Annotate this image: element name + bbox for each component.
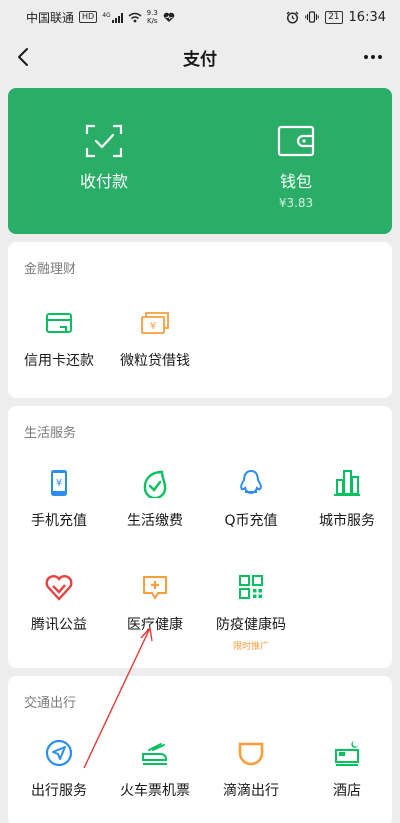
- svg-text:¥: ¥: [150, 321, 156, 332]
- hotel-icon: [335, 741, 359, 766]
- grid-item-qq-coin[interactable]: Q币充值: [203, 468, 299, 530]
- pay-card: 收付款 钱包 ¥3.83: [8, 88, 392, 234]
- network-speed: 9.3 K/s: [147, 9, 158, 25]
- grid-label: 城市服务: [319, 513, 375, 529]
- grid-item-health-code[interactable]: 防疫健康码 限时推广: [203, 572, 299, 652]
- didi-icon: [238, 742, 264, 766]
- status-bar: 中国联通 HD 4G 9.3 K/s 21 16:34: [0, 0, 400, 34]
- heart-monitor-icon: [163, 12, 175, 22]
- life-services-section: 生活服务 ¥ 手机充值 生活缴费 Q币充值 城市服务 腾讯公益 医疗健康 防疫健…: [8, 406, 392, 668]
- grid-item-train[interactable]: 火车票机票: [107, 738, 203, 800]
- back-icon[interactable]: [12, 45, 36, 69]
- network-type: 4G: [102, 11, 111, 19]
- utility-icon: [143, 470, 167, 498]
- credit-card-icon: [46, 313, 72, 333]
- grid-label: 信用卡还款: [24, 353, 94, 369]
- scan-check-icon: [85, 124, 123, 158]
- grid-label: 滴滴出行: [223, 783, 279, 799]
- medical-icon: [143, 576, 167, 599]
- qq-coin-icon: [240, 469, 262, 495]
- vibrate-icon: [305, 11, 319, 23]
- grid-label: 手机充值: [31, 513, 87, 529]
- signal-icon: 4G: [102, 11, 123, 23]
- qr-code-icon: [239, 575, 263, 599]
- wallet-label: 钱包: [279, 172, 312, 191]
- svg-text:¥: ¥: [56, 478, 62, 489]
- collect-pay-label: 收付款: [79, 172, 128, 191]
- grid-item-charity[interactable]: 腾讯公益: [11, 572, 107, 634]
- section-title: 交通出行: [24, 696, 77, 711]
- grid-label: 酒店: [333, 783, 361, 799]
- grid-item-city[interactable]: 城市服务: [299, 468, 395, 530]
- grid-item-loan[interactable]: ¥ 微粒贷借钱: [107, 308, 203, 370]
- grid-label: 生活缴费: [127, 513, 183, 529]
- grid-item-phone-recharge[interactable]: ¥ 手机充值: [11, 468, 107, 530]
- nav-bar: 支付: [0, 34, 400, 80]
- wallet-balance: ¥3.83: [278, 196, 314, 210]
- loan-icon: ¥: [141, 312, 169, 334]
- wallet-button[interactable]: 钱包 ¥3.83: [200, 88, 392, 234]
- more-icon[interactable]: [362, 46, 384, 68]
- status-left: 中国联通 HD 4G 9.3 K/s: [26, 9, 175, 26]
- wifi-icon: [128, 12, 142, 22]
- grid-item-didi[interactable]: 滴滴出行: [203, 738, 299, 800]
- grid-label: 出行服务: [31, 783, 87, 799]
- charity-icon: [45, 575, 73, 601]
- grid-item-hotel[interactable]: 酒店: [299, 738, 395, 800]
- grid-label: 火车票机票: [120, 783, 190, 799]
- wallet-icon: [277, 125, 315, 157]
- grid-label: 防疫健康码: [216, 617, 286, 633]
- grid-item-credit-card[interactable]: 信用卡还款: [11, 308, 107, 370]
- transport-section: 交通出行 出行服务 火车票机票 滴滴出行 酒店: [8, 676, 392, 823]
- section-title: 金融理财: [24, 262, 77, 277]
- train-icon: [142, 743, 167, 765]
- battery-icon: 21: [325, 10, 343, 24]
- grid-label: Q币充值: [224, 513, 278, 529]
- promo-badge: 限时推广: [232, 642, 269, 652]
- grid-label: 腾讯公益: [31, 617, 87, 633]
- grid-item-utility[interactable]: 生活缴费: [107, 468, 203, 530]
- section-title: 生活服务: [24, 426, 77, 441]
- phone-recharge-icon: ¥: [51, 470, 67, 496]
- grid-label: 医疗健康: [127, 617, 183, 633]
- carrier-name: 中国联通: [26, 10, 75, 25]
- collect-pay-button[interactable]: 收付款: [8, 88, 200, 234]
- speed-value: 9.3: [146, 9, 158, 17]
- page-title: 支付: [183, 49, 217, 70]
- finance-section: 金融理财 信用卡还款 ¥ 微粒贷借钱: [8, 242, 392, 398]
- grid-item-medical[interactable]: 医疗健康: [107, 572, 203, 634]
- hd-badge: HD: [79, 11, 98, 23]
- navigation-icon: [45, 739, 73, 767]
- city-icon: [334, 470, 360, 496]
- speed-unit: K/s: [146, 17, 158, 25]
- grid-item-travel[interactable]: 出行服务: [11, 738, 107, 800]
- alarm-icon: [286, 11, 299, 24]
- grid-label: 微粒贷借钱: [120, 353, 190, 369]
- status-time: 16:34: [348, 9, 386, 25]
- status-right: 21 16:34: [286, 10, 386, 25]
